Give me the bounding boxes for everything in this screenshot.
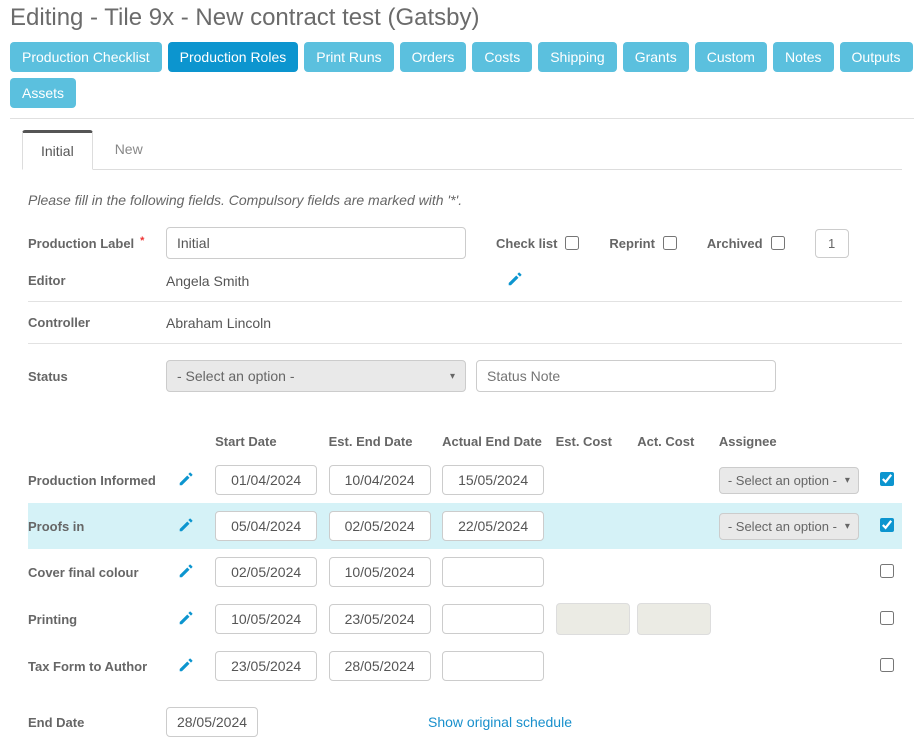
est_end-input[interactable] (329, 557, 431, 587)
row-checkbox[interactable] (880, 564, 894, 578)
chevron-down-icon: ▾ (845, 521, 850, 532)
nav-tab-production-checklist[interactable]: Production Checklist (10, 42, 162, 72)
inner-tab-initial[interactable]: Initial (22, 130, 93, 170)
start-input[interactable] (215, 511, 317, 541)
nav-tab-print-runs[interactable]: Print Runs (304, 42, 393, 72)
actual-end-input[interactable] (442, 557, 544, 587)
reprint-toggle[interactable]: Reprint (609, 236, 677, 251)
start-input[interactable] (215, 557, 317, 587)
row-checkbox[interactable] (880, 472, 894, 486)
page-title: Editing - Tile 9x - New contract test (G… (10, 4, 914, 32)
header-act-cost: Act. Cost (637, 434, 719, 449)
required-icon: * (140, 235, 144, 247)
end-date-label: End Date (28, 715, 166, 730)
nav-tab-orders[interactable]: Orders (400, 42, 467, 72)
schedule-row: Cover final colour (28, 549, 902, 595)
status-label: Status (28, 369, 166, 384)
status-select[interactable]: - Select an option - ▾ (166, 360, 466, 392)
edit-row-icon[interactable] (177, 661, 195, 677)
editor-value: Angela Smith (166, 273, 466, 289)
row-label: Cover final colour (28, 565, 177, 580)
est_end-input[interactable] (329, 511, 431, 541)
row-label: Proofs in (28, 519, 177, 534)
show-original-schedule-link[interactable]: Show original schedule (428, 714, 572, 730)
prod-label-label: Production Label* (28, 236, 166, 251)
schedule-row: Printing (28, 595, 902, 643)
edit-editor-icon[interactable] (506, 270, 524, 291)
row-label: Tax Form to Author (28, 659, 177, 674)
nav-tab-grants[interactable]: Grants (623, 42, 689, 72)
row-checkbox[interactable] (880, 611, 894, 625)
est_end-input[interactable] (329, 651, 431, 681)
header-est-end: Est. End Date (329, 434, 442, 449)
check-list-toggle[interactable]: Check list (496, 236, 579, 251)
nav-tab-production-roles[interactable]: Production Roles (168, 42, 299, 72)
chevron-down-icon: ▾ (845, 475, 850, 486)
start-input[interactable] (215, 604, 317, 634)
schedule-row: Proofs in - Select an option -▾ (28, 503, 902, 549)
archived-toggle[interactable]: Archived (707, 236, 785, 251)
row-checkbox[interactable] (880, 658, 894, 672)
start-input[interactable] (215, 651, 317, 681)
est_end-input[interactable] (329, 604, 431, 634)
end-date-input[interactable] (166, 707, 258, 737)
intro-text: Please fill in the following fields. Com… (28, 192, 902, 208)
row-checkbox[interactable] (880, 518, 894, 532)
edit-row-icon[interactable] (177, 475, 195, 491)
est_end-input[interactable] (329, 465, 431, 495)
inner-tabs: InitialNew (22, 129, 902, 170)
editor-label: Editor (28, 273, 166, 288)
header-est-cost: Est. Cost (556, 434, 638, 449)
inner-tab-new[interactable]: New (96, 130, 162, 170)
row-label: Printing (28, 612, 177, 627)
nav-tabs: Production ChecklistProduction RolesPrin… (10, 42, 914, 108)
prod-label-input[interactable] (166, 227, 466, 259)
nav-tab-notes[interactable]: Notes (773, 42, 834, 72)
chevron-down-icon: ▾ (450, 371, 455, 382)
actual-end-input[interactable] (442, 511, 544, 541)
actual-end-input[interactable] (442, 604, 544, 634)
nav-tab-shipping[interactable]: Shipping (538, 42, 617, 72)
nav-tab-costs[interactable]: Costs (472, 42, 532, 72)
header-assignee: Assignee (719, 434, 872, 449)
assignee-select[interactable]: - Select an option -▾ (719, 513, 859, 540)
row-label: Production Informed (28, 473, 177, 488)
controller-label: Controller (28, 315, 166, 330)
actual-end-input[interactable] (442, 651, 544, 681)
count-display: 1 (815, 229, 849, 258)
actual-end-input[interactable] (442, 465, 544, 495)
est-cost-disabled (556, 603, 630, 635)
edit-row-icon[interactable] (177, 614, 195, 630)
nav-tab-outputs[interactable]: Outputs (840, 42, 913, 72)
header-actual-end: Actual End Date (442, 434, 555, 449)
header-start: Start Date (215, 434, 328, 449)
edit-row-icon[interactable] (177, 567, 195, 583)
nav-tab-custom[interactable]: Custom (695, 42, 767, 72)
assignee-select[interactable]: - Select an option -▾ (719, 467, 859, 494)
schedule-header-row: Start Date Est. End Date Actual End Date… (28, 426, 902, 457)
schedule-row: Production Informed - Select an option -▾ (28, 457, 902, 503)
status-note-input[interactable] (476, 360, 776, 392)
start-input[interactable] (215, 465, 317, 495)
edit-row-icon[interactable] (177, 521, 195, 537)
schedule-row: Tax Form to Author (28, 643, 902, 689)
act-cost-disabled (637, 603, 711, 635)
nav-tab-assets[interactable]: Assets (10, 78, 76, 108)
controller-value: Abraham Lincoln (166, 315, 271, 331)
